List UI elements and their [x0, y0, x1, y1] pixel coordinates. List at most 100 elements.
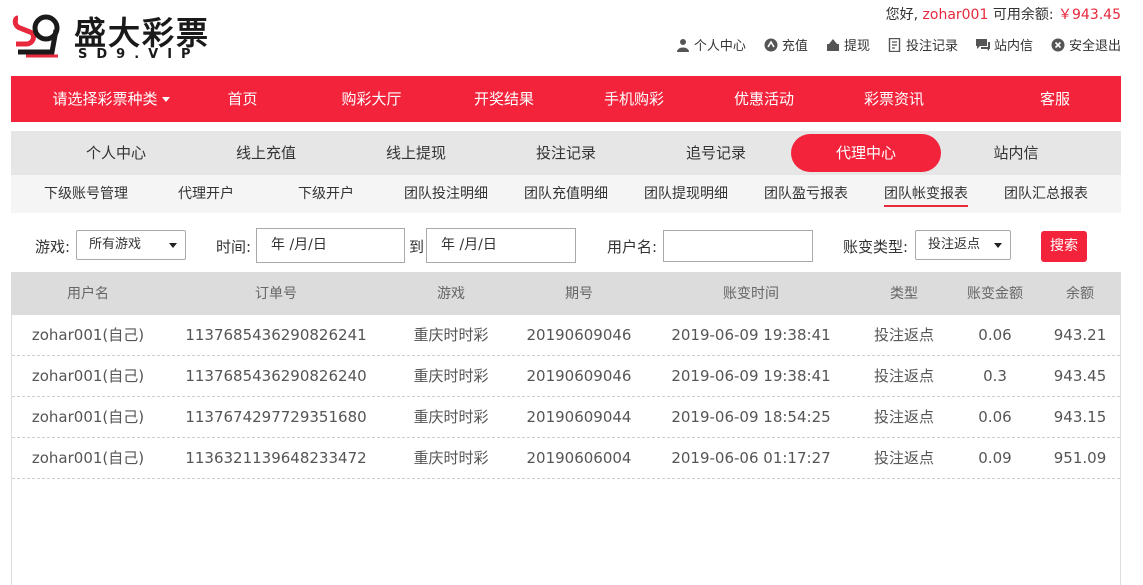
nav-promotions[interactable]: 优惠活动	[729, 76, 799, 122]
toplink-bet-records[interactable]: 投注记录	[888, 35, 958, 54]
game-select[interactable]: 所有游戏	[76, 230, 186, 260]
toplink-label: 提现	[843, 39, 870, 54]
table-row: zohar001(自己) 1137685436290826240 重庆时时彩 2…	[12, 356, 1120, 397]
subnav-online-withdraw[interactable]: 线上提现	[341, 134, 491, 172]
tab-agent-register[interactable]: 代理开户	[178, 175, 234, 213]
cell-balance: 943.15	[1053, 408, 1107, 426]
toplink-personal-center[interactable]: 个人中心	[676, 35, 746, 54]
subnav-agent-center[interactable]: 代理中心	[791, 134, 941, 172]
column-header: 账变时间	[723, 286, 779, 302]
tab-team-bets[interactable]: 团队投注明细	[404, 175, 488, 213]
date-from-input[interactable]: 年 /月/日	[256, 228, 405, 263]
table-header: 用户名 订单号 游戏 期号 账变时间 类型 账变金额 余额	[12, 273, 1120, 315]
cell-type: 投注返点	[873, 449, 934, 467]
record-icon	[888, 37, 901, 52]
subnav-chase-records[interactable]: 追号记录	[641, 134, 791, 172]
nav-lottery-news[interactable]: 彩票资讯	[799, 76, 989, 122]
tab-label: 团队充值明细	[524, 186, 608, 202]
cell-type: 投注返点	[873, 326, 934, 344]
cell-game: 重庆时时彩	[413, 326, 489, 344]
cell-game: 重庆时时彩	[413, 367, 489, 385]
cell-game: 重庆时时彩	[413, 449, 489, 467]
toplink-label: 站内信	[993, 39, 1033, 54]
tab-label: 团队提现明细	[644, 186, 728, 202]
toplink-recharge[interactable]: 充值	[764, 35, 808, 54]
nav-lottery-hall[interactable]: 购彩大厅	[274, 76, 469, 122]
site-logo[interactable]: 盛大彩票 SD9.VIP	[12, 6, 242, 64]
cell-time: 2019-06-09 18:54:25	[671, 408, 831, 426]
tab-label: 团队汇总报表	[1004, 186, 1088, 202]
tab-label: 下级开户	[298, 186, 354, 202]
lottery-type-dropdown[interactable]: 请选择彩票种类	[11, 76, 211, 122]
column-header: 游戏	[437, 286, 465, 302]
tab-sub-register[interactable]: 下级开户	[298, 175, 354, 213]
lottery-type-label: 请选择彩票种类	[52, 90, 158, 108]
cell-issue: 20190609044	[526, 408, 632, 426]
greeting-text: 您好,	[885, 7, 919, 23]
recharge-icon	[764, 38, 778, 51]
column-header: 期号	[565, 286, 593, 302]
message-icon	[975, 38, 990, 51]
account-links: 个人中心 充值 提现 投注记录 站内信 安全退出	[676, 35, 1121, 54]
cell-time: 2019-06-09 19:38:41	[671, 326, 831, 344]
cell-issue: 20190606004	[526, 449, 632, 467]
column-header: 账变金额	[967, 286, 1023, 302]
toplink-messages[interactable]: 站内信	[975, 35, 1033, 54]
cell-username: zohar001(自己)	[31, 326, 145, 344]
toplink-logout[interactable]: 安全退出	[1051, 35, 1121, 54]
tab-label: 代理开户	[178, 186, 234, 202]
tab-label: 团队盈亏报表	[764, 186, 848, 202]
username-link[interactable]: zohar001	[923, 7, 989, 23]
table-row: zohar001(自己) 1137674297729351680 重庆时时彩 2…	[12, 397, 1120, 438]
nav-draw-results[interactable]: 开奖结果	[469, 76, 539, 122]
toplink-label: 投注记录	[905, 39, 958, 54]
balance-value: ￥943.45	[1058, 7, 1121, 23]
logo-subtitle: SD9.VIP	[78, 47, 200, 62]
search-button[interactable]: 搜索	[1041, 231, 1087, 262]
date-to-input[interactable]: 年 /月/日	[426, 228, 576, 263]
change-type-select[interactable]: 投注返点	[915, 230, 1011, 260]
cell-order-no: 1137674297729351680	[185, 408, 367, 426]
column-header: 订单号	[255, 286, 297, 302]
tab-team-recharge[interactable]: 团队充值明细	[524, 175, 608, 213]
tab-label: 团队帐变报表	[884, 186, 968, 207]
time-label: 时间:	[216, 238, 252, 256]
cell-balance: 943.45	[1053, 367, 1107, 385]
tab-team-withdraw[interactable]: 团队提现明细	[644, 175, 728, 213]
withdraw-icon	[826, 38, 839, 51]
tab-sub-accounts[interactable]: 下级账号管理	[44, 175, 128, 213]
to-label: 到	[409, 238, 425, 256]
nav-customer-service[interactable]: 客服	[989, 76, 1121, 122]
column-header: 余额	[1066, 286, 1094, 302]
cell-balance: 951.09	[1053, 449, 1107, 467]
toplink-label: 充值	[781, 39, 808, 54]
cell-order-no: 1136321139648233472	[185, 449, 367, 467]
cell-order-no: 1137685436290826241	[185, 326, 367, 344]
account-change-table: 用户名 订单号 游戏 期号 账变时间 类型 账变金额 余额 zohar001(自…	[11, 272, 1121, 585]
cell-username: zohar001(自己)	[31, 449, 145, 467]
username-label: 用户名:	[607, 238, 658, 256]
tab-team-profit-loss[interactable]: 团队盈亏报表	[764, 175, 848, 213]
subnav-personal-center[interactable]: 个人中心	[41, 134, 191, 172]
cell-amount: 0.3	[983, 367, 1007, 385]
cell-amount: 0.09	[978, 449, 1012, 467]
table-row: zohar001(自己) 1137685436290826241 重庆时时彩 2…	[12, 315, 1120, 356]
subnav-messages[interactable]: 站内信	[941, 134, 1091, 172]
account-summary: 您好, zohar001 可用余额: ￥943.45	[886, 4, 1121, 24]
toplink-label: 个人中心	[693, 39, 746, 54]
subnav-online-recharge[interactable]: 线上充值	[191, 134, 341, 172]
cell-username: zohar001(自己)	[31, 408, 145, 426]
username-input[interactable]	[663, 230, 813, 262]
user-icon	[676, 38, 689, 52]
subnav-bet-records[interactable]: 投注记录	[491, 134, 641, 172]
filter-bar: 游戏: 所有游戏 时间: 年 /月/日 到 年 /月/日 用户名: 账变类型: …	[11, 226, 1121, 266]
game-label: 游戏:	[35, 238, 71, 256]
tab-team-summary[interactable]: 团队汇总报表	[1004, 175, 1088, 213]
game-select-value: 所有游戏	[89, 237, 142, 252]
tab-team-account-changes[interactable]: 团队帐变报表	[884, 175, 968, 213]
toplink-withdraw[interactable]: 提现	[826, 35, 870, 54]
nav-mobile-lottery[interactable]: 手机购彩	[539, 76, 729, 122]
column-header: 用户名	[67, 286, 109, 302]
nav-home[interactable]: 首页	[211, 76, 274, 122]
toplink-label: 安全退出	[1068, 39, 1121, 54]
